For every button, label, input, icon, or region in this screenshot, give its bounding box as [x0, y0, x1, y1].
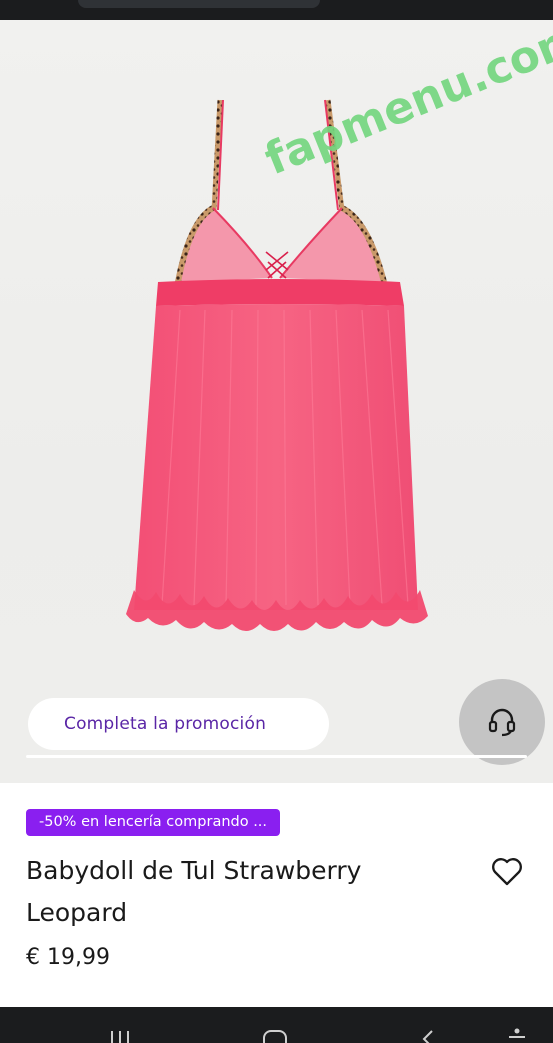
status-bar — [0, 0, 553, 20]
recent-apps-icon[interactable] — [108, 1029, 132, 1043]
product-title: Babydoll de Tul Strawberry Leopard — [26, 856, 362, 927]
product-price: € 19,99 — [26, 945, 110, 970]
complete-promotion-button[interactable]: Completa la promoción — [28, 698, 329, 750]
home-icon[interactable] — [262, 1029, 288, 1043]
accessibility-icon[interactable] — [506, 1027, 528, 1043]
complete-promotion-label: Completa la promoción — [64, 714, 267, 734]
support-chat-button[interactable] — [459, 679, 545, 765]
back-icon[interactable] — [418, 1029, 438, 1043]
top-search-pill — [78, 0, 320, 8]
promotion-badge[interactable]: -50% en lencería comprando ... — [26, 809, 281, 836]
heart-outline-icon[interactable] — [489, 853, 525, 889]
system-navigation-bar — [0, 1007, 553, 1043]
image-progress-bar — [26, 755, 527, 758]
product-image-gallery[interactable]: fapmenu.com Completa la promoción — [0, 20, 553, 783]
headset-icon — [488, 708, 516, 737]
